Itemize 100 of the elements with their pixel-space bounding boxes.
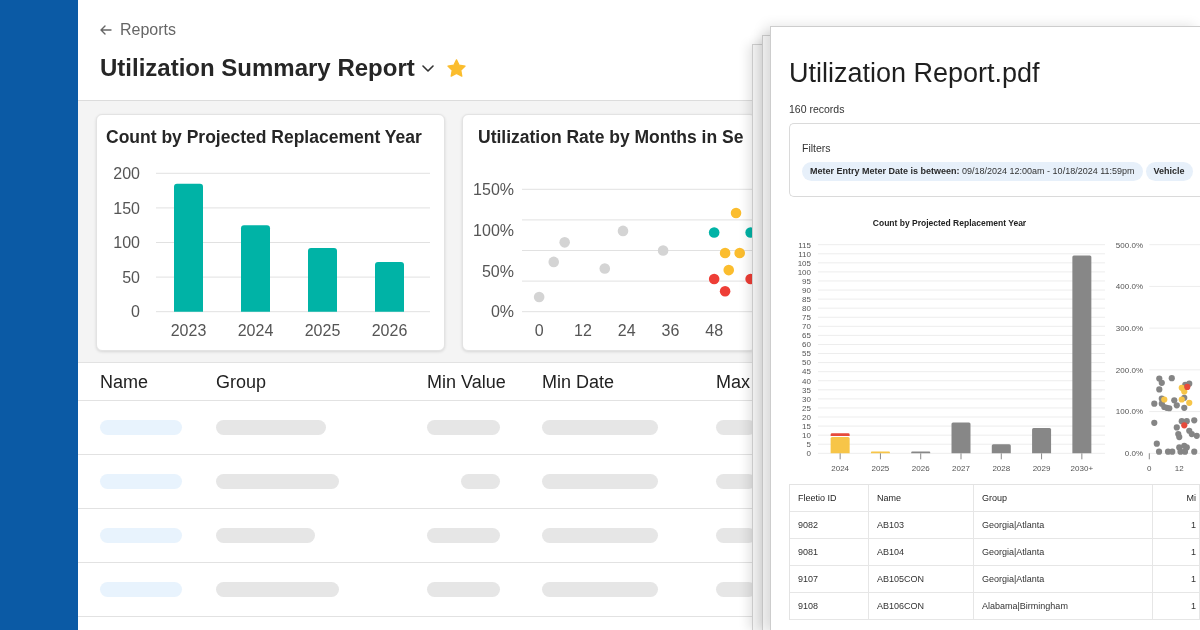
axis-label: 55 [802,349,811,359]
axis-label: 105 [797,258,811,268]
data-point [657,245,669,256]
filter-chip[interactable]: Vehicle [1145,162,1193,181]
data-point [548,256,559,268]
axis-label: 100 [797,267,811,277]
axis-label: 90 [802,285,811,295]
table-cell: 9081 [790,539,869,565]
column-header: Max [716,370,750,393]
bar [308,248,337,312]
chart-title: Count by Projected Replacement Year [106,127,422,147]
axis-label: 2026 [911,463,930,473]
data-point [559,237,570,248]
axis-label: 100 [113,234,140,252]
axis-label: 95 [802,276,811,286]
axis-label: 500.0% [1115,240,1143,250]
axis-label: 2030+ [1070,463,1094,473]
axis-label: 2025 [304,321,341,339]
axis-label: 0% [490,303,514,321]
column-header: Mi [1153,485,1200,511]
arrow-left-icon [100,25,112,35]
data-point [599,263,611,274]
data-point [533,291,545,303]
axis-label: 48 [705,321,724,339]
axis-label: 35 [802,385,811,395]
chevron-down-icon[interactable] [421,64,434,72]
axis-label: 85 [802,294,811,304]
table-cell: Georgia|Atlanta [974,539,1153,565]
axis-label: 40 [802,376,811,386]
axis-label: 45 [802,367,811,377]
axis-label: 2029 [1032,463,1051,473]
axis-label: 50 [802,358,811,368]
axis-label: 2028 [992,463,1011,473]
column-header: Name [100,370,148,393]
axis-label: 36 [661,321,680,339]
axis-label: 65 [802,331,811,341]
data-point [719,286,731,297]
table-cell: 9107 [790,566,869,592]
axis-label: 80 [802,304,811,313]
axis-label: 0 [806,449,811,459]
data-point [1168,375,1175,382]
data-point [617,225,629,237]
axis-label: 50% [481,262,514,280]
column-header: Min Date [542,370,615,393]
axis-label: 5 [806,440,811,450]
filters-label: Filters [802,141,831,155]
table-cell: 1 [1153,566,1200,592]
axis-label: 2027 [952,463,970,473]
axis-label: 12 [1174,463,1184,473]
star-icon[interactable] [446,59,466,77]
table-cell: 1 [1153,539,1200,565]
column-header: Group [216,370,267,393]
table-cell: AB103 [869,512,974,538]
chart-title: Utilization Rate by Months in Se [478,127,744,147]
table-cell: 1 [1153,512,1200,538]
axis-label: 150% [473,180,514,198]
axis-label: 24 [617,321,636,339]
chart-title: Count by Projected Replacement Year [872,217,1027,229]
axis-label: 50 [122,268,140,286]
axis-label: 30 [802,394,811,404]
document-title: Utilization Report.pdf [789,57,1040,89]
data-point [730,207,742,219]
axis-label: 100% [473,221,514,239]
axis-label: 12 [574,321,592,339]
bar [870,451,890,454]
axis-label: 20 [802,412,811,422]
table-cell: Georgia|Atlanta [974,566,1153,592]
data-point [723,264,735,276]
table-cell: 9082 [790,512,869,538]
axis-label: 200.0% [1115,365,1143,375]
axis-label: 2024 [237,321,274,339]
data-point [1151,419,1158,426]
axis-label: 2023 [170,321,207,339]
axis-label: 2026 [371,321,408,339]
column-header: Name [869,485,974,511]
axis-label: 25 [802,403,811,413]
table-cell: AB105CON [869,566,974,592]
back-link[interactable]: Reports [100,21,177,39]
axis-label: 115 [798,240,811,250]
axis-label: 0 [131,303,140,321]
filter-chip[interactable]: Meter Entry Meter Date is between: 09/18/2024 12:00am - 10/18/2024 11:59pm [802,162,1143,181]
axis-label: 0.0% [1124,449,1143,459]
axis-label: 0 [534,321,544,339]
data-point [719,247,731,259]
table-cell: 1 [1153,593,1200,619]
axis-label: 15 [802,421,811,431]
axis-label: 70 [802,322,811,332]
table-cell: AB104 [869,539,974,565]
page-title: Utilization Summary Report [100,53,415,83]
axis-label: 2025 [871,463,890,473]
axis-label: 110 [798,249,811,259]
axis-label: 300.0% [1115,323,1143,333]
axis-label: 0 [1147,463,1152,473]
bar [375,261,404,312]
table-cell: AB106CON [869,593,974,619]
table-cell: Georgia|Atlanta [974,512,1153,538]
axis-label: 10 [802,430,811,440]
axis-label: 60 [802,340,811,350]
axis-label: 100.0% [1115,407,1143,417]
axis-label: 200 [113,164,140,182]
